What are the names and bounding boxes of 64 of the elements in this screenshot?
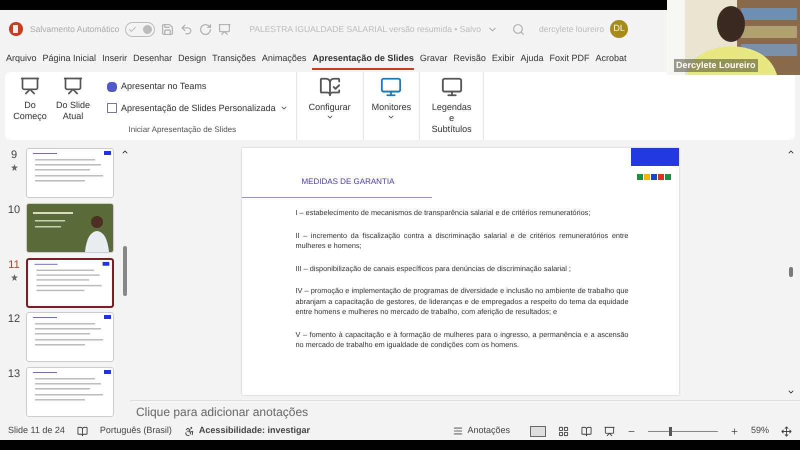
zoom-level[interactable]: 59% (750, 424, 769, 438)
projector-screen-icon (63, 76, 83, 96)
menu-tab[interactable]: Exibir (492, 52, 514, 70)
scrollbar-thumb[interactable] (123, 246, 127, 296)
projector-screen-icon (20, 76, 40, 96)
slide-number: 11 (8, 258, 20, 272)
captions-button[interactable]: Legendas e Subtítulos (420, 72, 484, 140)
menu-tab[interactable]: Animações (262, 52, 306, 70)
slide-sorter-icon[interactable] (558, 426, 569, 436)
monitors-button[interactable]: Monitores (364, 72, 420, 140)
scrollbar-thumb[interactable] (789, 267, 793, 277)
app-logo-icon (8, 21, 24, 37)
user-name: dercylete loureiro (538, 22, 604, 36)
menu-tab[interactable]: Apresentação de Slides (312, 52, 414, 70)
slide-number: 9 (10, 148, 18, 162)
menu-tab[interactable]: Arquivo (6, 52, 37, 70)
slide-thumbnail[interactable] (27, 313, 113, 362)
participant-name: Dercylete Loureiro (674, 58, 758, 72)
monitor-icon (380, 76, 402, 98)
present-in-teams-button[interactable]: Apresentar no Teams (107, 80, 288, 94)
slide-counter: Slide 11 de 24 (8, 424, 65, 438)
zoom-in-icon[interactable] (730, 426, 739, 436)
menu-tab[interactable]: Foxit PDF (549, 52, 590, 70)
slide-thumbnail[interactable] (27, 368, 113, 416)
autosave-toggle[interactable] (125, 22, 156, 36)
notes-icon (453, 426, 464, 436)
menu-tab[interactable]: Design (178, 52, 206, 70)
menu-tab[interactable]: Acrobat (595, 52, 627, 70)
menu-tab[interactable]: Gravar (420, 52, 448, 70)
slide-thumbnail[interactable] (27, 149, 113, 197)
from-current-slide-button[interactable]: Do Slide Atual (55, 72, 91, 124)
slideshow-icon[interactable] (604, 426, 615, 436)
slide-thumbnail[interactable] (28, 260, 112, 306)
language-label[interactable]: Português (Brasil) (100, 424, 172, 438)
chevron-down-icon (387, 113, 396, 121)
menu-tab[interactable]: Transições (212, 52, 256, 70)
custom-slideshow-button[interactable]: Apresentação de Slides Personalizada (107, 102, 288, 115)
normal-view-icon[interactable] (530, 426, 546, 436)
slide-number: 10 (8, 202, 20, 217)
from-start-button[interactable]: Do Começo (13, 72, 47, 124)
notes-field[interactable]: Clique para adicionar anotações (136, 402, 308, 420)
slide-number: 12 (8, 312, 20, 326)
reading-view-icon[interactable] (580, 426, 592, 436)
autosave-label: Salvamento Automático (30, 22, 120, 36)
menu-tab[interactable]: Inserir (102, 52, 128, 70)
group-label: Iniciar Apresentação de Slides (127, 124, 238, 136)
notes-button[interactable]: Anotações (453, 424, 510, 438)
scroll-up-icon[interactable] (121, 148, 129, 156)
slide-number: 13 (8, 367, 20, 382)
setup-button[interactable]: Configurar (296, 72, 364, 140)
accessibility-status[interactable]: Acessibilidade: investigar (198, 424, 310, 438)
slide-title: MEDIDAS DE GARANTIA (302, 177, 394, 186)
document-title: PALESTRA IGUALDADE SALARIAL versão resumida • Salvo (249, 22, 481, 36)
fit-to-window-icon[interactable] (781, 426, 792, 436)
menu-tab[interactable]: Revisão (453, 52, 486, 70)
scroll-down-icon[interactable] (787, 388, 795, 396)
menu-tab[interactable]: Ajuda (520, 52, 544, 70)
menu-tab[interactable]: Desenhar (133, 52, 172, 70)
chevron-down-icon (326, 113, 334, 121)
check-icon (128, 24, 138, 34)
scroll-up-icon[interactable] (787, 148, 795, 156)
menu-tab[interactable]: Página Inicial (42, 52, 96, 70)
monitor-icon (440, 76, 463, 98)
accessibility-icon[interactable] (184, 426, 195, 436)
